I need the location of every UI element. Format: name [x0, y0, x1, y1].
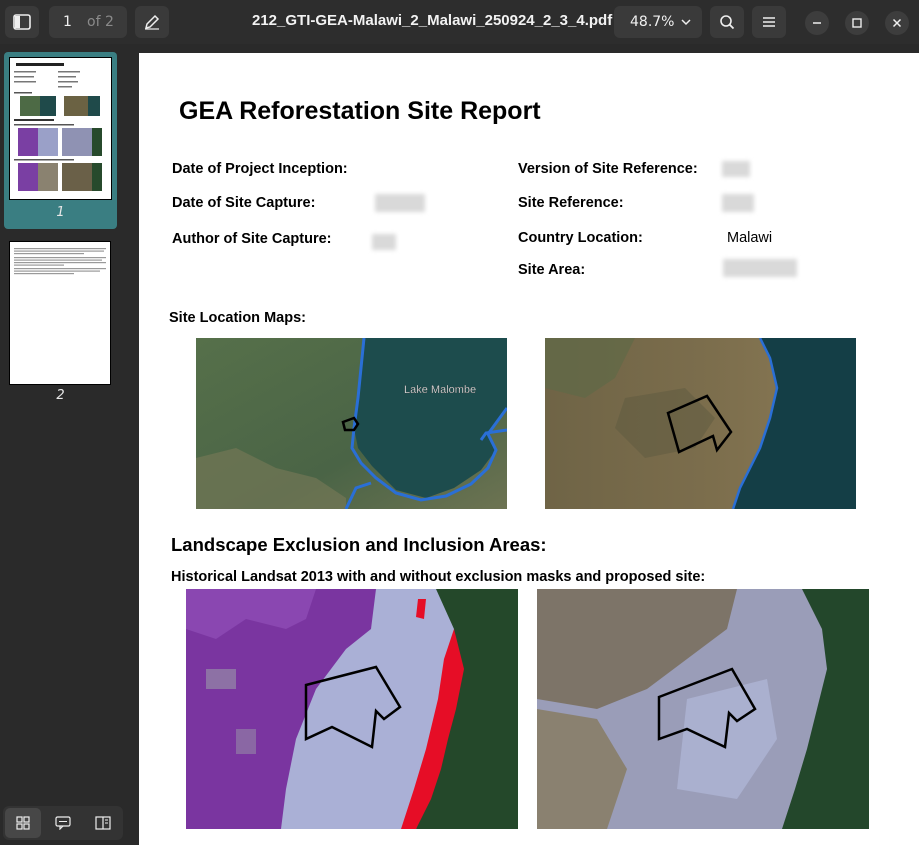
landsat-heading: Historical Landsat 2013 with and without…: [171, 569, 706, 585]
field-label-author: Author of Site Capture:: [172, 231, 332, 247]
field-label-site-reference: Site Reference:: [518, 195, 624, 211]
sidebar-toggle-button[interactable]: [5, 6, 39, 38]
current-page-input[interactable]: 1: [63, 14, 72, 30]
redacted-author: [372, 234, 396, 250]
thumbnail-sidebar: 1 2: [0, 44, 123, 845]
annotate-button[interactable]: [135, 6, 169, 38]
thumbnail-label-2: 2: [56, 388, 65, 403]
minimize-button[interactable]: [805, 11, 829, 35]
field-label-site-area: Site Area:: [518, 262, 586, 278]
close-button[interactable]: [885, 11, 909, 35]
annotations-view-button[interactable]: [45, 808, 81, 838]
thumbnails-view-button[interactable]: [5, 808, 41, 838]
outline-view-button[interactable]: [85, 808, 121, 838]
landsat-with-exclusion-mask: [186, 589, 518, 829]
pdf-page-1: GEA Reforestation Site Report Date of Pr…: [139, 53, 919, 845]
minimize-icon: [813, 22, 821, 24]
field-label-inception: Date of Project Inception:: [172, 161, 348, 177]
hamburger-icon: [763, 17, 775, 27]
redacted-site-reference: [722, 194, 754, 212]
field-label-country: Country Location:: [518, 230, 643, 246]
page-number-field[interactable]: 1 of 2: [49, 6, 127, 38]
site-location-heading: Site Location Maps:: [169, 310, 306, 326]
title-bar: 1 of 2 212_GTI-GEA-Malawi_2_Malawi_25092…: [0, 0, 919, 44]
site-location-map-zoomed: [545, 338, 856, 509]
report-title: GEA Reforestation Site Report: [179, 97, 541, 125]
redacted-version: [722, 161, 750, 177]
main-menu-button[interactable]: [752, 6, 786, 38]
document-viewer[interactable]: GEA Reforestation Site Report Date of Pr…: [123, 44, 919, 845]
sidebar-view-switcher: [3, 806, 123, 840]
sidebar-icon: [13, 14, 31, 30]
redacted-site-area: [723, 259, 797, 277]
field-label-version: Version of Site Reference:: [518, 161, 698, 177]
chevron-down-icon: [681, 19, 691, 26]
grid-icon: [16, 816, 30, 830]
page-1-thumbnail-image: [9, 57, 112, 200]
field-label-capture-date: Date of Site Capture:: [172, 195, 316, 211]
landscape-heading: Landscape Exclusion and Inclusion Areas:: [171, 534, 547, 555]
maximize-icon: [852, 18, 862, 28]
landsat-without-exclusion-mask: [537, 589, 869, 829]
site-location-map-wide: Lake Malombe: [196, 338, 507, 509]
redacted-capture-date: [375, 194, 425, 212]
search-button[interactable]: [710, 6, 744, 38]
maximize-button[interactable]: [845, 11, 869, 35]
comment-icon: [55, 816, 71, 830]
close-icon: [892, 18, 902, 28]
map-lake-label: Lake Malombe: [404, 384, 476, 396]
thumbnail-page-2[interactable]: [9, 241, 111, 385]
zoom-select[interactable]: 48.7%: [614, 6, 702, 38]
thumbnail-label-1: 1: [56, 205, 65, 220]
field-value-country: Malawi: [727, 230, 773, 246]
pen-icon: [144, 14, 160, 30]
search-icon: [720, 15, 735, 30]
page-count-label: of 2: [87, 14, 114, 30]
document-title: 212_GTI-GEA-Malawi_2_Malawi_250924_2_3_4…: [252, 12, 613, 29]
book-icon: [95, 816, 111, 830]
thumbnail-page-1[interactable]: 1: [4, 52, 117, 229]
zoom-level: 48.7%: [630, 14, 675, 30]
